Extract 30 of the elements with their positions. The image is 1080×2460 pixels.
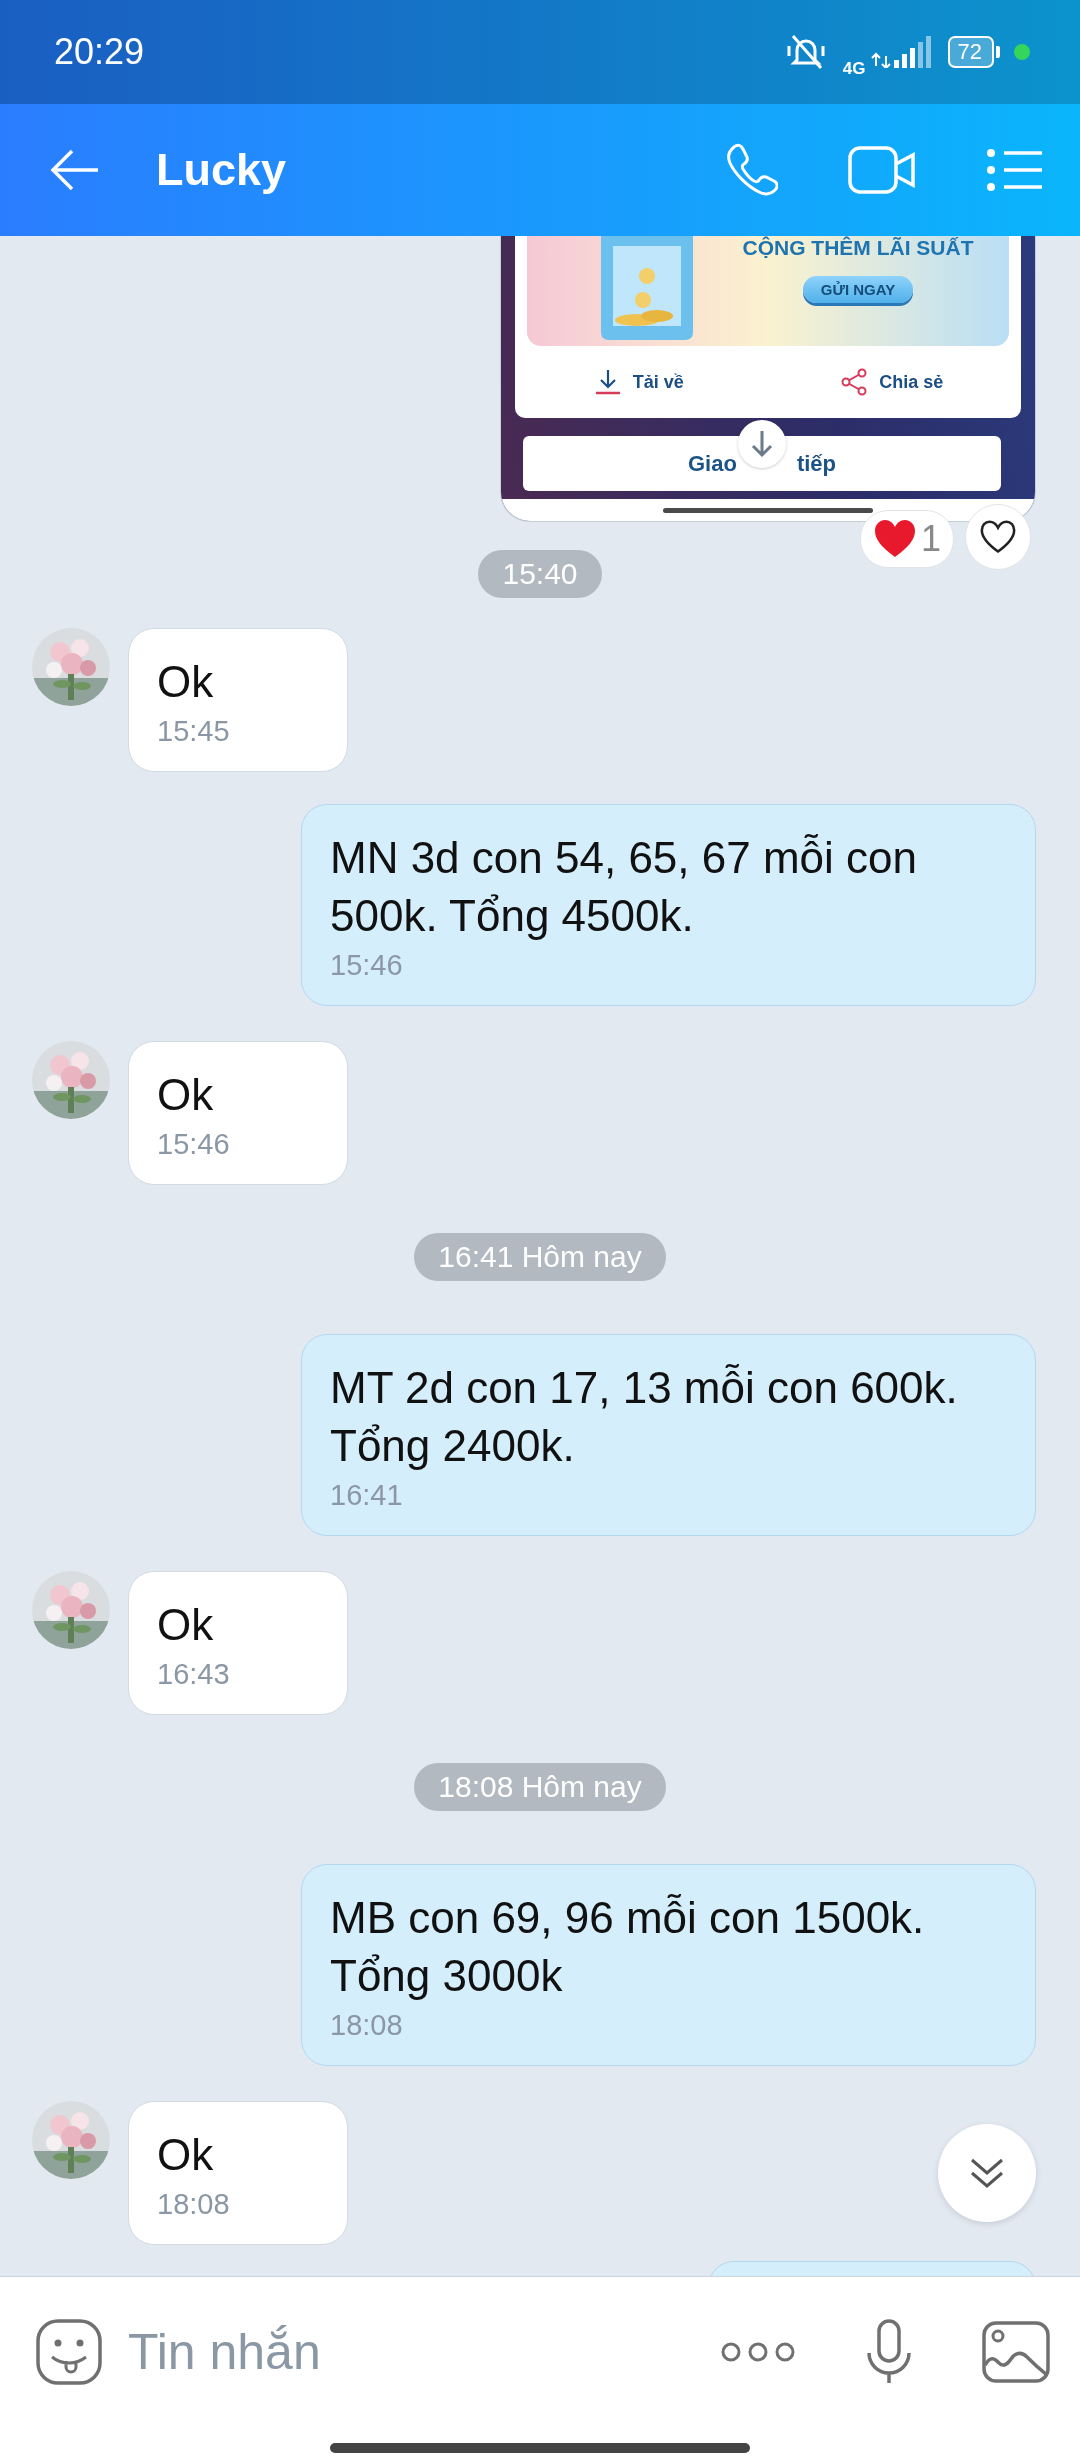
message-time: 18:08 — [330, 2008, 404, 2043]
contact-name: Lucky — [156, 144, 288, 196]
share-button: Chia sẻ — [839, 367, 944, 397]
image-message[interactable]: CỘNG THÊM LÃI SUẤT GỬI NGAY Tải về Chia sẻ Giao tiếp — [500, 236, 1036, 522]
send-now-button: GỬI NGAY — [802, 276, 914, 303]
button-text: tiếp — [796, 450, 836, 477]
date-pill: 15:40 — [478, 550, 602, 598]
message-text: Ok — [157, 2129, 215, 2181]
reaction-badge[interactable]: 1 — [860, 510, 955, 568]
clock: 20:29 — [54, 31, 146, 73]
message-text: MT 2d con 17, 13 mỗi con 600k. Tổng 2400k. — [330, 1362, 959, 1472]
message-time: 16:43 — [157, 1657, 231, 1692]
message-time: 15:46 — [157, 1127, 231, 1162]
message-text: Ok — [157, 656, 215, 708]
message-time: 15:45 — [157, 714, 231, 749]
message-text: Ok — [157, 1069, 215, 1121]
battery-level: 72 — [947, 36, 1000, 68]
date-pill: 16:41 Hôm nay — [414, 1233, 666, 1281]
button-text: Giao — [688, 450, 737, 477]
date-pill: 18:08 Hôm nay — [414, 1763, 666, 1811]
message-time: 18:08 — [157, 2187, 231, 2222]
message-text: MB con 69, 96 mỗi con 1500k. Tổng 3000k — [330, 1892, 926, 2002]
message-text: MN 3d con 54, 65, 67 mỗi con 500k. Tổng 4500k. — [330, 832, 918, 942]
network-type: 4G — [842, 59, 866, 79]
message-time: 15:46 — [330, 948, 404, 983]
message-text: Ok — [157, 1599, 215, 1651]
message-time: 16:41 — [330, 1478, 404, 1513]
banner-title: CỘNG THÊM LÃI SUẤT — [742, 236, 974, 260]
download-button: Tải về — [592, 367, 684, 397]
message-input[interactable]: Tin nhắn — [128, 2323, 694, 2381]
